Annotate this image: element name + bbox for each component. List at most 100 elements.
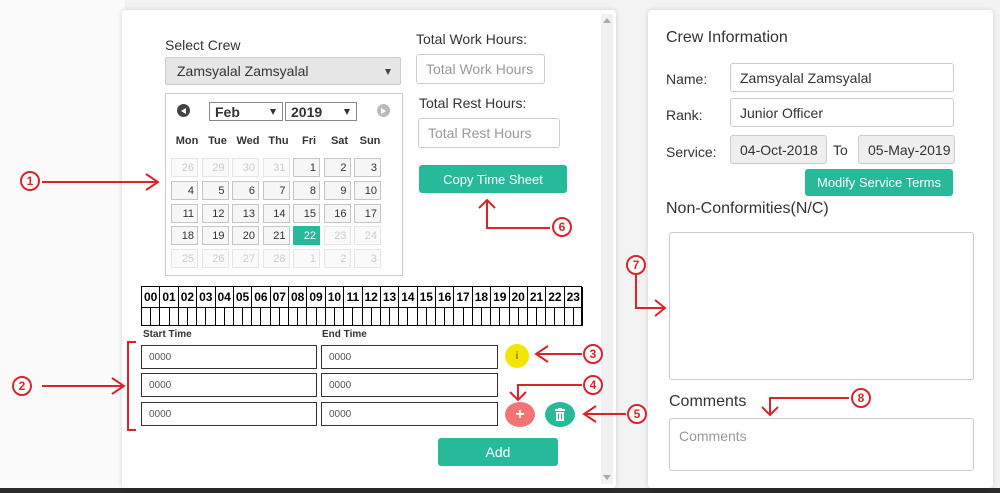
- half-hour-slot[interactable]: [316, 307, 326, 326]
- half-hour-slot[interactable]: [463, 307, 473, 326]
- calendar-day[interactable]: 6: [232, 180, 259, 200]
- crew-select[interactable]: Zamsyalal Zamsyalal: [165, 57, 401, 85]
- calendar-day[interactable]: 8: [293, 180, 320, 200]
- half-hour-slot[interactable]: [233, 307, 244, 326]
- scroll-up-icon[interactable]: [603, 18, 611, 23]
- half-hour-slot[interactable]: [279, 307, 289, 326]
- half-hour-slot[interactable]: [380, 307, 391, 326]
- hour-header: 09: [307, 287, 326, 307]
- calendar-day[interactable]: 18: [171, 226, 198, 246]
- half-hour-slot[interactable]: [142, 307, 152, 326]
- next-month-icon[interactable]: [377, 104, 390, 117]
- calendar-day[interactable]: 7: [262, 180, 290, 200]
- calendar-day[interactable]: 16: [323, 203, 351, 223]
- calendar-day[interactable]: 20: [232, 226, 259, 246]
- half-hour-slot[interactable]: [334, 307, 345, 326]
- scroll-down-icon[interactable]: [603, 475, 611, 480]
- copy-time-sheet-button[interactable]: Copy Time Sheet: [419, 165, 567, 193]
- half-hour-slot[interactable]: [270, 307, 280, 326]
- calendar-day[interactable]: 13: [232, 203, 259, 223]
- calendar-day[interactable]: 12: [201, 203, 229, 223]
- half-hour-slot[interactable]: [243, 307, 253, 326]
- prev-month-icon[interactable]: [177, 104, 190, 117]
- half-hour-slot[interactable]: [491, 307, 501, 326]
- calendar-day[interactable]: 15: [293, 203, 320, 223]
- half-hour-slot[interactable]: [426, 307, 436, 326]
- half-hour-slot[interactable]: [454, 307, 464, 326]
- total-work-hours-input[interactable]: Total Work Hours: [416, 54, 545, 84]
- half-hour-slot[interactable]: [344, 307, 354, 326]
- calendar-day[interactable]: 9: [323, 180, 351, 200]
- half-hour-slot[interactable]: [325, 307, 335, 326]
- add-button[interactable]: Add: [438, 438, 558, 466]
- half-hour-slot[interactable]: [573, 307, 583, 326]
- half-hour-slot[interactable]: [537, 307, 547, 326]
- calendar-day[interactable]: 19: [201, 226, 229, 246]
- half-hour-slot[interactable]: [353, 307, 363, 326]
- half-hour-slot[interactable]: [261, 307, 271, 326]
- calendar-day[interactable]: 2: [323, 158, 351, 177]
- end-time-input[interactable]: 0000: [321, 402, 498, 426]
- half-hour-slot[interactable]: [500, 307, 510, 326]
- half-hour-slot[interactable]: [445, 307, 455, 326]
- start-time-input[interactable]: 0000: [141, 373, 317, 397]
- calendar-day[interactable]: 11: [171, 203, 198, 223]
- half-hour-slot[interactable]: [472, 307, 482, 326]
- hour-header: 05: [234, 287, 253, 307]
- total-rest-hours-input[interactable]: Total Rest Hours: [418, 118, 560, 148]
- half-hour-slot[interactable]: [509, 307, 519, 326]
- start-time-input[interactable]: 0000: [141, 345, 317, 369]
- hour-header: 13: [381, 287, 400, 307]
- half-hour-slot[interactable]: [197, 307, 207, 326]
- calendar-day[interactable]: 17: [354, 203, 381, 223]
- half-hour-slot[interactable]: [564, 307, 574, 326]
- add-row-button[interactable]: +: [505, 402, 535, 427]
- end-time-input[interactable]: 0000: [321, 373, 498, 397]
- panel-scrollbar[interactable]: [601, 14, 613, 484]
- half-hour-slot[interactable]: [399, 307, 409, 326]
- name-field[interactable]: Zamsyalal Zamsyalal: [730, 63, 954, 92]
- calendar-day[interactable]: 5: [201, 180, 229, 200]
- half-hour-slot[interactable]: [518, 307, 528, 326]
- calendar-day[interactable]: 4: [171, 180, 198, 200]
- calendar-day[interactable]: 10: [354, 180, 381, 200]
- info-button[interactable]: i: [505, 344, 529, 368]
- calendar-day[interactable]: 1: [293, 158, 320, 177]
- half-hour-slot[interactable]: [187, 307, 198, 326]
- half-hour-slot[interactable]: [371, 307, 381, 326]
- half-hour-slot[interactable]: [178, 307, 188, 326]
- calendar-day[interactable]: 3: [354, 158, 381, 177]
- calendar-day[interactable]: 21: [262, 226, 290, 246]
- half-hour-slot[interactable]: [224, 307, 234, 326]
- half-hour-slot[interactable]: [436, 307, 446, 326]
- half-hour-slot[interactable]: [307, 307, 317, 326]
- year-select[interactable]: 2019: [285, 102, 357, 121]
- half-hour-slot[interactable]: [390, 307, 400, 326]
- modify-service-terms-button[interactable]: Modify Service Terms: [805, 169, 953, 196]
- half-hour-slot[interactable]: [555, 307, 565, 326]
- half-hour-slot[interactable]: [289, 307, 299, 326]
- hour-header: 02: [179, 287, 198, 307]
- half-hour-slot[interactable]: [408, 307, 418, 326]
- half-hour-slot[interactable]: [298, 307, 308, 326]
- half-hour-slot[interactable]: [215, 307, 225, 326]
- non-conformities-textarea[interactable]: [669, 232, 974, 380]
- half-hour-slot[interactable]: [252, 307, 262, 326]
- half-hour-slot[interactable]: [546, 307, 556, 326]
- half-hour-slot[interactable]: [527, 307, 538, 326]
- half-hour-slot[interactable]: [160, 307, 170, 326]
- delete-row-button[interactable]: [545, 402, 575, 427]
- half-hour-slot[interactable]: [362, 307, 372, 326]
- end-time-input[interactable]: 0000: [321, 345, 498, 369]
- half-hour-slot[interactable]: [417, 307, 427, 326]
- half-hour-slot[interactable]: [151, 307, 161, 326]
- rank-field[interactable]: Junior Officer: [730, 98, 954, 127]
- half-hour-slot[interactable]: [169, 307, 179, 326]
- half-hour-slot[interactable]: [481, 307, 492, 326]
- half-hour-slot[interactable]: [206, 307, 216, 326]
- comments-textarea[interactable]: Comments: [669, 418, 974, 471]
- start-time-input[interactable]: 0000: [141, 402, 317, 426]
- calendar-day[interactable]: 22: [293, 226, 320, 246]
- calendar-day[interactable]: 14: [262, 203, 290, 223]
- month-select[interactable]: Feb: [209, 102, 283, 121]
